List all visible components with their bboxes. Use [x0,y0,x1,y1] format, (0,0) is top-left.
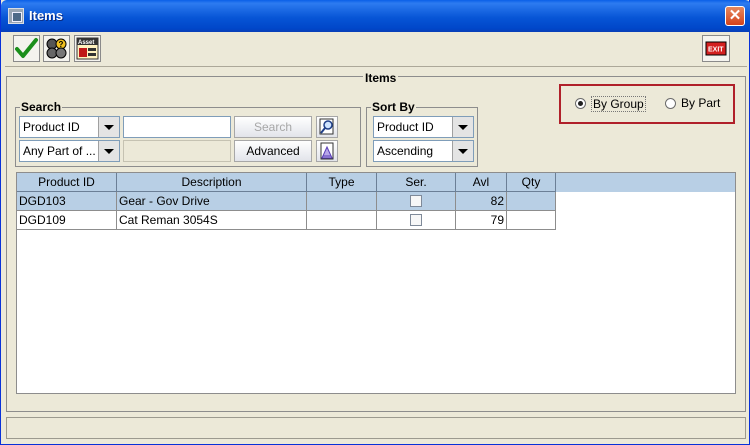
exit-icon: EXIT [705,41,727,56]
items-table: Product ID Description Type Ser. Avl Qty… [16,172,736,394]
table-header: Product ID Description Type Ser. Avl Qty [17,173,735,192]
cell-ser [377,192,456,211]
exit-button[interactable]: EXIT [702,35,730,62]
advanced-button[interactable]: Advanced [234,140,312,162]
document-search-icon [320,142,334,160]
sort-field-combo[interactable]: Product ID [373,116,474,138]
serialized-checkbox[interactable] [410,214,422,226]
cell-description: Cat Reman 3054S [117,211,307,230]
lookup-button[interactable]: ? [43,35,70,62]
group-help-icon: ? [46,38,67,59]
window-title: Items [29,8,63,23]
app-icon [8,8,24,24]
search-button[interactable]: Search [234,116,312,138]
find-button[interactable] [316,116,338,138]
items-window: Items ✕ ? Asset EXIT Items Search Produc… [0,0,750,445]
column-header-description[interactable]: Description [117,173,307,192]
cell-description: Gear - Gov Drive [117,192,307,211]
cell-ser [377,211,456,230]
search-secondary-input [123,140,231,162]
advanced-search-button[interactable] [316,140,338,162]
cell-qty [507,192,556,211]
chevron-down-icon[interactable] [452,141,473,161]
column-header-avl[interactable]: Avl [456,173,507,192]
svg-text:EXIT: EXIT [708,47,724,54]
search-field-combo[interactable]: Product ID [19,116,120,138]
chevron-down-icon[interactable] [452,117,473,137]
cell-product-id: DGD109 [17,211,117,230]
magnifier-icon [319,118,334,135]
by-part-label[interactable]: By Part [681,96,720,110]
by-group-label[interactable]: By Group [591,96,646,112]
by-group-radio[interactable] [575,98,586,109]
search-input[interactable] [123,116,231,138]
column-header-qty[interactable]: Qty [507,173,556,192]
toolbar: ? Asset EXIT [5,32,747,67]
column-header-ser[interactable]: Ser. [377,173,456,192]
column-header-product-id[interactable]: Product ID [17,173,117,192]
panel-title: Items [363,71,399,85]
cell-avl: 82 [456,192,507,211]
cell-avl: 79 [456,211,507,230]
title-bar[interactable]: Items ✕ [1,0,750,32]
by-part-radio[interactable] [665,98,676,109]
search-match-combo[interactable]: Any Part of ... [19,140,120,162]
asset-button[interactable]: Asset [74,35,101,62]
cell-qty [507,211,556,230]
asset-icon: Asset [76,37,99,60]
sort-field-value: Product ID [377,120,434,134]
table-row[interactable]: DGD109 Cat Reman 3054S 79 [17,211,556,230]
cell-product-id: DGD103 [17,192,117,211]
search-group-title: Search [20,100,63,114]
sort-order-combo[interactable]: Ascending [373,140,474,162]
close-icon: ✕ [728,7,742,24]
svg-text:Asset: Asset [78,40,94,46]
cell-type [307,192,377,211]
chevron-down-icon[interactable] [98,117,119,137]
table-row[interactable]: DGD103 Gear - Gov Drive 82 [17,192,556,211]
column-header-type[interactable]: Type [307,173,377,192]
view-mode-highlight: By Group By Part [559,84,735,124]
serialized-checkbox[interactable] [410,195,422,207]
checkmark-icon [15,38,38,58]
cell-type [307,211,377,230]
chevron-down-icon[interactable] [98,141,119,161]
search-field-value: Product ID [23,120,80,134]
sort-order-value: Ascending [377,144,434,158]
search-match-value: Any Part of ... [23,144,96,158]
close-button[interactable]: ✕ [725,6,745,26]
accept-button[interactable] [13,35,40,62]
status-bar [6,417,746,439]
sort-group-title: Sort By [371,100,416,114]
